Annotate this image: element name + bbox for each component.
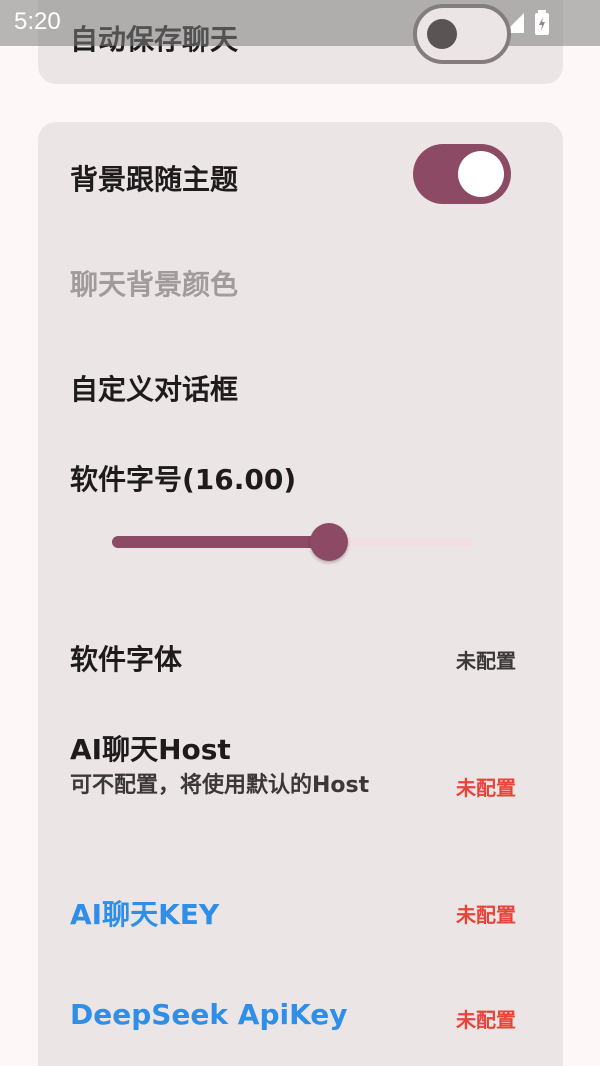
font-value: 未配置 — [456, 649, 516, 673]
ai-host-value: 未配置 — [456, 776, 516, 800]
font-size-title: 软件字号(16.00) — [70, 463, 297, 496]
ai-key-item[interactable]: AI聊天KEY — [70, 893, 219, 933]
follow-theme-title: 背景跟随主题 — [70, 163, 239, 196]
ai-host-subtitle: 可不配置，将使用默认的Host — [70, 773, 370, 798]
font-size-slider[interactable] — [112, 522, 472, 562]
toggle-knob — [427, 19, 457, 49]
font-item[interactable]: 软件字体 — [70, 638, 182, 678]
follow-theme-toggle[interactable] — [413, 144, 511, 204]
status-time: 5:20 — [14, 8, 61, 35]
chat-bg-color-item[interactable]: 聊天背景颜色 — [70, 263, 238, 303]
deepseek-apikey-value: 未配置 — [456, 1008, 516, 1032]
ai-host-item[interactable]: AI聊天Host — [70, 728, 231, 768]
toggle-knob — [458, 151, 504, 197]
custom-dialog-item[interactable]: 自定义对话框 — [70, 368, 238, 408]
deepseek-apikey-item[interactable]: DeepSeek ApiKey — [70, 998, 348, 1031]
ai-key-value: 未配置 — [456, 903, 516, 927]
auto-save-chat-toggle[interactable] — [413, 4, 511, 64]
slider-thumb[interactable] — [310, 523, 348, 561]
slider-track-fill — [112, 536, 330, 548]
battery-icon — [534, 10, 550, 40]
